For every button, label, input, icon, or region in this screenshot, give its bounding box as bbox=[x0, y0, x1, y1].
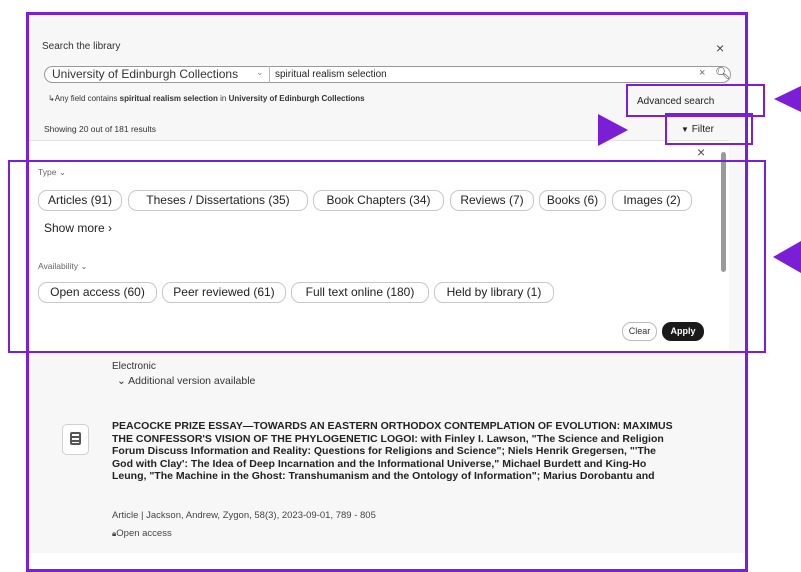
annotation-box-filter bbox=[665, 113, 753, 145]
annotation-arrow-filter bbox=[598, 114, 628, 146]
annotation-box-filter-panel bbox=[8, 160, 766, 353]
annotation-arrow-panel bbox=[773, 241, 801, 273]
annotation-arrow-advanced bbox=[774, 86, 801, 112]
